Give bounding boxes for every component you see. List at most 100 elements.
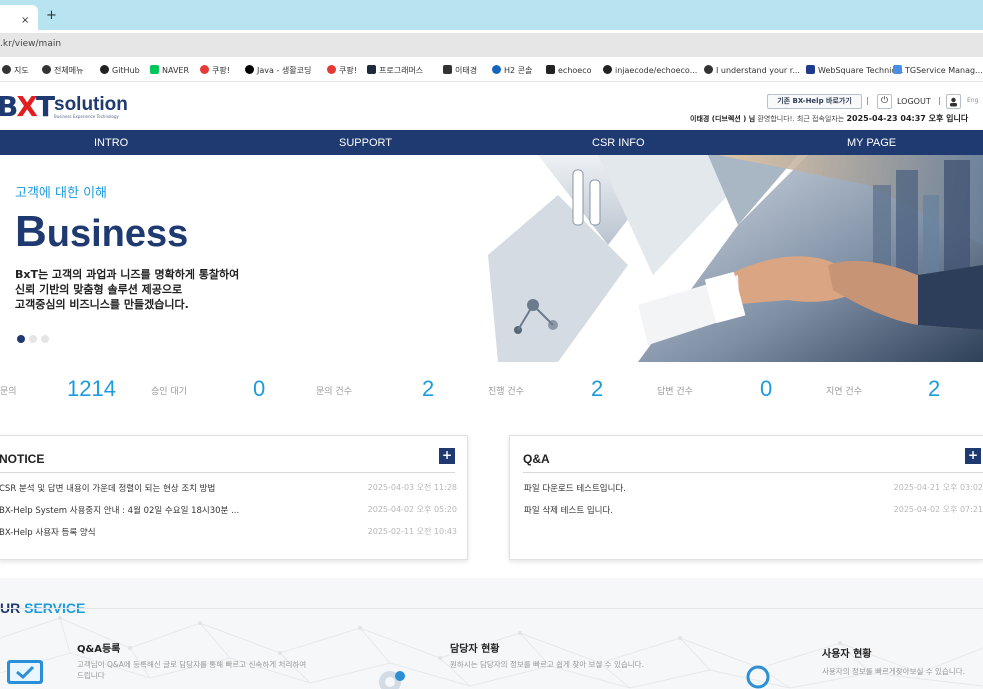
stat-label: 진행 건수 xyxy=(488,387,524,397)
bookmark-item[interactable]: echoeco xyxy=(546,65,592,75)
bookmark-label: 쿠팡! xyxy=(339,66,357,75)
qa-more-button[interactable]: + xyxy=(965,448,981,464)
tab-close-icon[interactable]: × xyxy=(21,15,29,26)
screen: { "browser": { "tab_close": "×", "new_ta… xyxy=(0,0,983,689)
service-divider xyxy=(0,608,983,609)
welcome-user-name: 이태경 (디브렉션 ) 님 xyxy=(690,115,756,123)
bookmark-favicon-icon xyxy=(492,65,501,74)
service-manager-status-desc: 원하시는 담당자의 정보를 빠르고 쉽게 찾아 보실 수 있습니다. xyxy=(450,660,644,669)
nav-csr-info[interactable]: CSR INFO xyxy=(592,137,645,149)
address-url[interactable]: .kr/view/main xyxy=(0,39,61,49)
notice-panel: NOTICE + CSR 분석 및 답변 내용이 가운데 정렬이 되는 현상 조… xyxy=(0,435,468,560)
bookmark-item[interactable]: I understand your r... xyxy=(704,65,800,75)
notice-row-date: 2025-02-11 오전 10:43 xyxy=(367,527,457,536)
our-service-section: UR SERVICE Q&A등록 고객님이 Q&A에 등록해신 글로 담당자를 … xyxy=(0,578,983,689)
hero-title: Business xyxy=(15,210,188,256)
bookmark-item[interactable]: TGService Manag... xyxy=(893,65,983,75)
hero-subtitle: 고객에 대한 이해 xyxy=(15,186,107,201)
logout-link[interactable]: LOGOUT xyxy=(897,97,931,106)
qa-row-title: 파일 삭제 테스트 입니다. xyxy=(524,506,614,516)
slider-dot[interactable] xyxy=(17,335,25,343)
bookmark-item[interactable]: Java - 생활코딩 xyxy=(245,65,311,76)
bookmark-label: 쿠팡! xyxy=(212,66,230,75)
service-user-status-title[interactable]: 사용자 현황 xyxy=(822,645,871,660)
bookmark-favicon-icon xyxy=(327,65,336,74)
notice-row-title: BX-Help System 사용중지 안내 : 4월 02일 수요일 18시3… xyxy=(0,506,240,516)
qa-row[interactable]: 파일 다운로드 테스트입니다. 2025-04-21 오후 03:02 xyxy=(524,482,983,496)
slider-dot[interactable] xyxy=(29,335,37,343)
stat-value: 0 xyxy=(760,376,773,401)
user-icon[interactable] xyxy=(946,94,961,109)
stat-value: 2 xyxy=(422,376,435,401)
notice-row-date: 2025-04-02 오후 05:20 xyxy=(367,505,457,514)
qa-row[interactable]: 파일 삭제 테스트 입니다. 2025-04-02 오후 07:21 xyxy=(524,504,983,518)
bookmark-item[interactable]: 지도 xyxy=(2,65,29,76)
notice-row[interactable]: CSR 분석 및 답변 내용이 가운데 정렬이 되는 현상 조치 방법 2025… xyxy=(0,482,457,496)
gear-icon[interactable] xyxy=(370,662,410,689)
browser-tab-strip: × + xyxy=(0,0,983,30)
bookmark-item[interactable]: NAVER xyxy=(150,65,189,75)
bookmark-item[interactable]: 프로그래머스 xyxy=(367,65,423,76)
nav-support[interactable]: SUPPORT xyxy=(339,137,392,149)
stat-value: 2 xyxy=(928,376,941,401)
address-bar[interactable]: .kr/view/main xyxy=(0,33,983,57)
service-manager-status-title[interactable]: 담당자 현황 xyxy=(450,640,499,655)
hero-banner: 고객에 대한 이해 Business BxT는 고객의 과업과 니즈를 명확하게… xyxy=(0,155,983,362)
hero-description: BxT는 고객의 과업과 니즈를 명확하게 통찰하여 신뢰 기반의 맞춤형 솔루… xyxy=(15,267,255,312)
bookmark-label: I understand your r... xyxy=(716,66,800,75)
new-tab-button[interactable]: + xyxy=(46,8,57,23)
notice-title: NOTICE xyxy=(0,452,45,466)
bookmark-item[interactable]: H2 콘솔 xyxy=(492,65,532,76)
bxt-logo[interactable]: BXT solution Business Experience Technol… xyxy=(0,93,135,121)
power-icon[interactable]: ⏻ xyxy=(877,94,892,109)
bookmark-label: Java - 생활코딩 xyxy=(257,66,312,75)
language-english-link[interactable]: Eng xyxy=(967,97,978,104)
welcome-text: 환영합니다!. 최근 접속일자는 xyxy=(755,115,847,123)
stat-label: 문의 xyxy=(0,387,17,397)
service-user-status-desc: 사용자의 정보를 빠르게찾아보실 수 있습니다. xyxy=(822,667,966,676)
bookmark-label: NAVER xyxy=(162,66,190,75)
bookmark-item[interactable]: 전체메뉴 xyxy=(42,65,83,76)
stat-value: 2 xyxy=(591,376,604,401)
hero-desc-line: 신뢰 기반의 맞춤형 솔루션 제공으로 xyxy=(15,283,183,296)
service-qa-register-title[interactable]: Q&A등록 xyxy=(77,640,120,655)
header-separator: | xyxy=(938,96,941,105)
notice-row[interactable]: BX-Help 사용자 등록 양식 2025-02-11 오전 10:43 xyxy=(0,526,457,540)
bookmark-label: TGService Manag... xyxy=(905,66,983,75)
bookmark-favicon-icon xyxy=(806,65,815,74)
bookmark-favicon-icon xyxy=(546,65,555,74)
service-qa-register-desc: 고객님이 Q&A에 등록해신 글로 담당자를 통해 빠르고 신속하게 처리하여 … xyxy=(77,660,307,680)
bookmark-item[interactable]: 이태경 xyxy=(443,65,477,76)
stat-label: 지연 건수 xyxy=(826,387,862,397)
old-bx-help-button[interactable]: 기존 BX-Help 바로가기 xyxy=(767,94,862,109)
nav-intro[interactable]: INTRO xyxy=(94,137,128,149)
bookmark-label: injaecode/echoeco... xyxy=(615,66,698,75)
slider-dot[interactable] xyxy=(41,335,49,343)
bookmark-favicon-icon xyxy=(245,65,254,74)
bookmark-item[interactable]: WebSquare Technic... xyxy=(806,65,903,75)
bookmark-favicon-icon xyxy=(200,65,209,74)
bookmark-item[interactable]: GitHub xyxy=(100,65,140,75)
search-icon[interactable] xyxy=(745,662,773,689)
bookmark-favicon-icon xyxy=(704,65,713,74)
bookmark-item[interactable]: injaecode/echoeco... xyxy=(603,65,697,75)
notice-row[interactable]: BX-Help System 사용중지 안내 : 4월 02일 수요일 18시3… xyxy=(0,504,457,518)
hero-title-initial: B xyxy=(15,207,47,256)
stat-value: 0 xyxy=(253,376,266,401)
browser-tab[interactable]: × xyxy=(0,5,38,30)
bookmark-label: 이태경 xyxy=(455,66,478,75)
bookmark-item[interactable]: 쿠팡! xyxy=(327,65,357,76)
bookmark-favicon-icon xyxy=(42,65,51,74)
qa-register-icon[interactable] xyxy=(5,658,47,689)
bookmark-favicon-icon xyxy=(893,65,902,74)
qa-title: Q&A xyxy=(523,452,550,466)
bookmark-label: 전체메뉴 xyxy=(54,66,84,75)
nav-my-page[interactable]: MY PAGE xyxy=(847,137,896,149)
bookmark-item[interactable]: 쿠팡! xyxy=(200,65,230,76)
main-nav: INTRO SUPPORT CSR INFO MY PAGE xyxy=(0,130,983,155)
bookmark-favicon-icon xyxy=(603,65,612,74)
notice-more-button[interactable]: + xyxy=(439,448,455,464)
stat-label: 문의 건수 xyxy=(316,387,352,397)
handshake-illustration xyxy=(478,155,983,362)
bookmark-favicon-icon xyxy=(100,65,109,74)
